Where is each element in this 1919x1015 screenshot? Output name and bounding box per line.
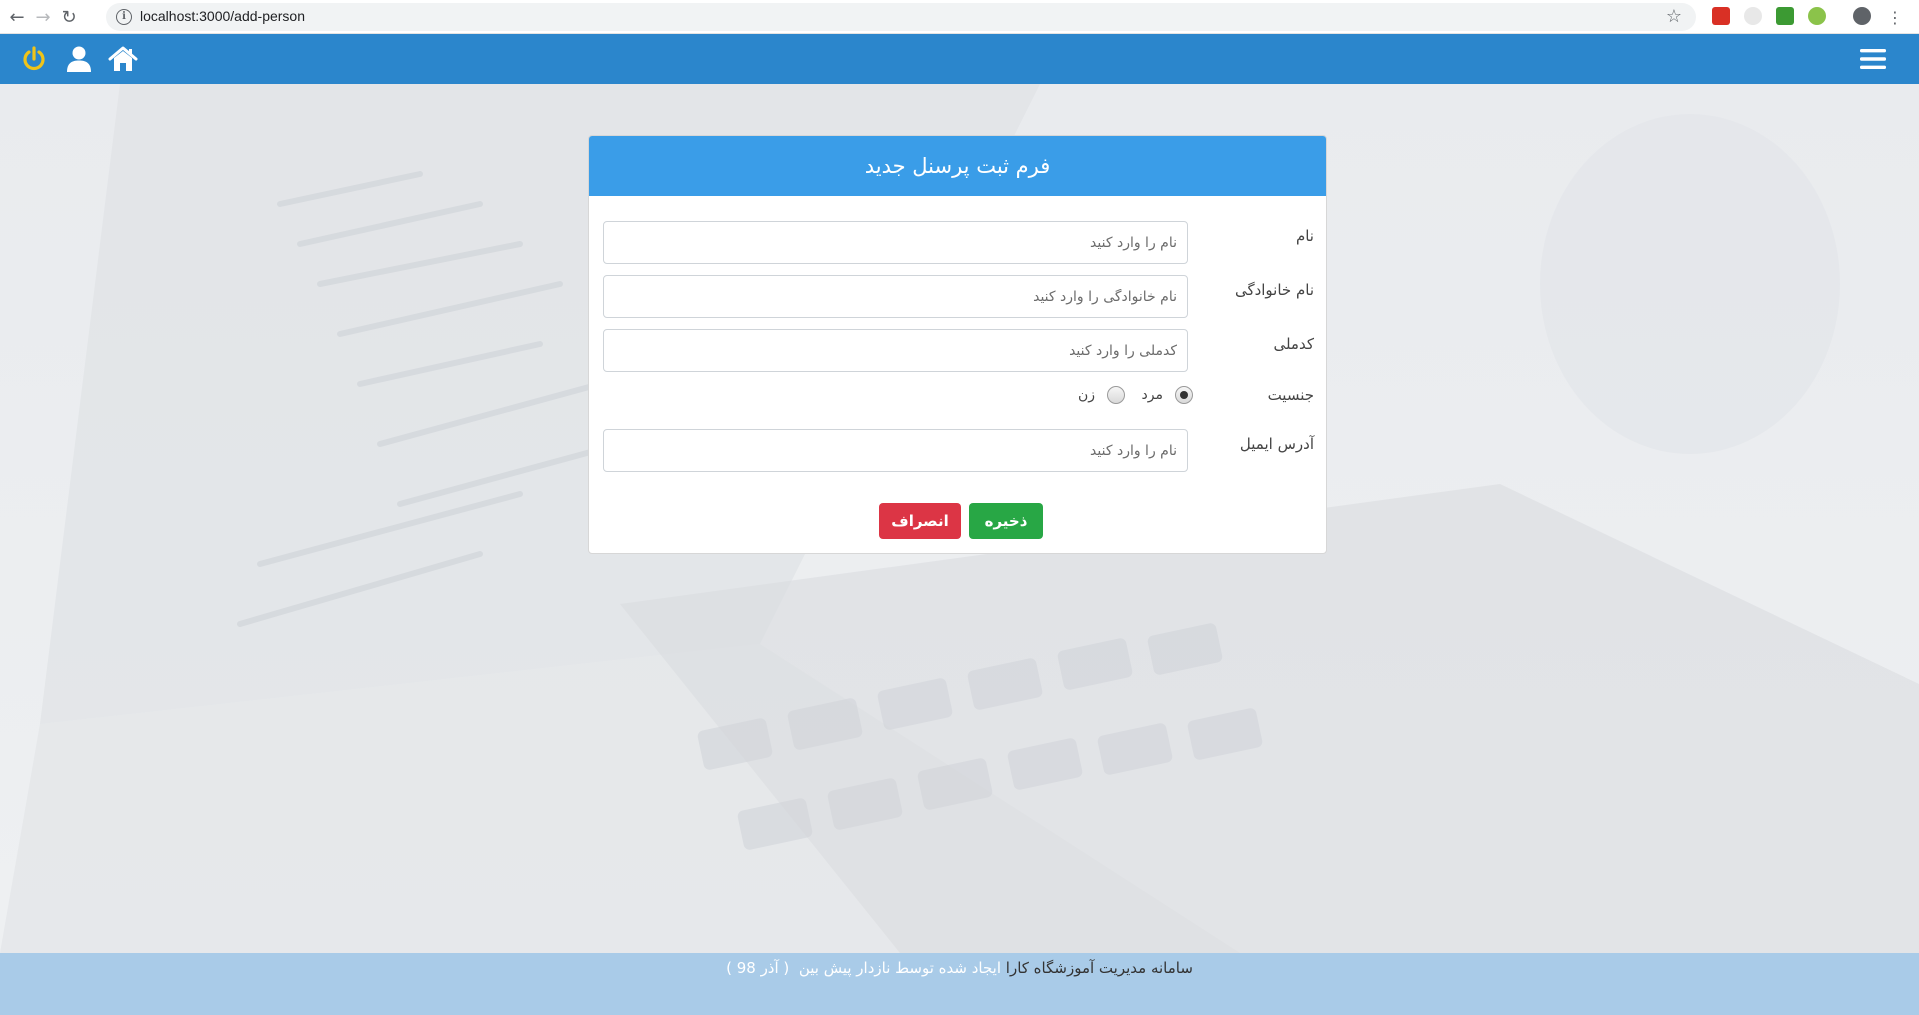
power-icon[interactable] — [17, 42, 51, 76]
gender-radio-group: مرد زن — [589, 382, 1193, 412]
hamburger-menu-icon[interactable] — [1856, 42, 1890, 76]
gender-label: جنسیت — [1267, 386, 1314, 404]
email-row: آدرس ایمیل — [589, 429, 1326, 473]
browser-menu-icon[interactable]: ⋮ — [1882, 4, 1908, 30]
first-name-input[interactable] — [603, 221, 1188, 264]
gender-option-male[interactable]: مرد — [1142, 386, 1193, 404]
footer-date: ( آذر 98 ) — [726, 959, 790, 977]
reload-icon[interactable]: ↻ — [56, 4, 82, 30]
female-radio-label: زن — [1077, 387, 1095, 403]
male-radio-label: مرد — [1141, 387, 1163, 403]
bookmark-star-icon[interactable]: ☆ — [1666, 6, 1682, 27]
first-name-label: نام — [1295, 227, 1314, 245]
last-name-input[interactable] — [603, 275, 1188, 318]
extension-cors-icon[interactable] — [1776, 7, 1794, 25]
male-radio[interactable] — [1175, 386, 1193, 404]
address-bar[interactable]: i localhost:3000/add-person ☆ — [106, 3, 1696, 31]
gender-option-female[interactable]: زن — [1078, 386, 1125, 404]
email-label: آدرس ایمیل — [1239, 435, 1314, 453]
browser-toolbar: ← → ↻ i localhost:3000/add-person ☆ ⋮ — [0, 0, 1919, 34]
gender-row: جنسیت مرد زن — [589, 382, 1326, 416]
add-person-form-card: فرم ثبت پرسنل جدید نام نام خانوادگی کدمل… — [588, 135, 1327, 554]
last-name-label: نام خانوادگی — [1234, 281, 1314, 299]
extension-4-icon[interactable] — [1808, 7, 1826, 25]
form-header: فرم ثبت پرسنل جدید — [589, 136, 1326, 196]
form-title: فرم ثبت پرسنل جدید — [864, 154, 1051, 178]
footer-system-name: سامانه مدیریت آموزشگاه کارا — [1005, 959, 1193, 977]
url-text: localhost:3000/add-person — [140, 8, 306, 24]
footer-text: سامانه مدیریت آموزشگاه کارا ایجاد شده تو… — [726, 959, 1193, 1015]
female-radio[interactable] — [1107, 386, 1125, 404]
extension-2-icon[interactable] — [1744, 7, 1762, 25]
cancel-button[interactable]: انصراف — [879, 503, 961, 539]
app-top-bar — [0, 34, 1919, 84]
user-icon[interactable] — [62, 42, 96, 76]
site-info-icon[interactable]: i — [116, 9, 132, 25]
last-name-row: نام خانوادگی — [589, 275, 1326, 319]
page-footer: سامانه مدیریت آموزشگاه کارا ایجاد شده تو… — [0, 953, 1919, 1015]
save-button[interactable]: ذخیره — [969, 503, 1043, 539]
email-input[interactable] — [603, 429, 1188, 472]
national-code-label: کدملی — [1273, 335, 1314, 353]
extension-1-icon[interactable] — [1712, 7, 1730, 25]
first-name-row: نام — [589, 221, 1326, 265]
profile-icon[interactable] — [1853, 7, 1871, 25]
back-arrow-icon[interactable]: ← — [4, 4, 30, 30]
national-code-input[interactable] — [603, 329, 1188, 372]
footer-author: ایجاد شده توسط نازدار پیش بین — [798, 959, 1001, 977]
forward-arrow-icon[interactable]: → — [30, 4, 56, 30]
national-code-row: کدملی — [589, 329, 1326, 373]
home-icon[interactable] — [106, 42, 140, 76]
